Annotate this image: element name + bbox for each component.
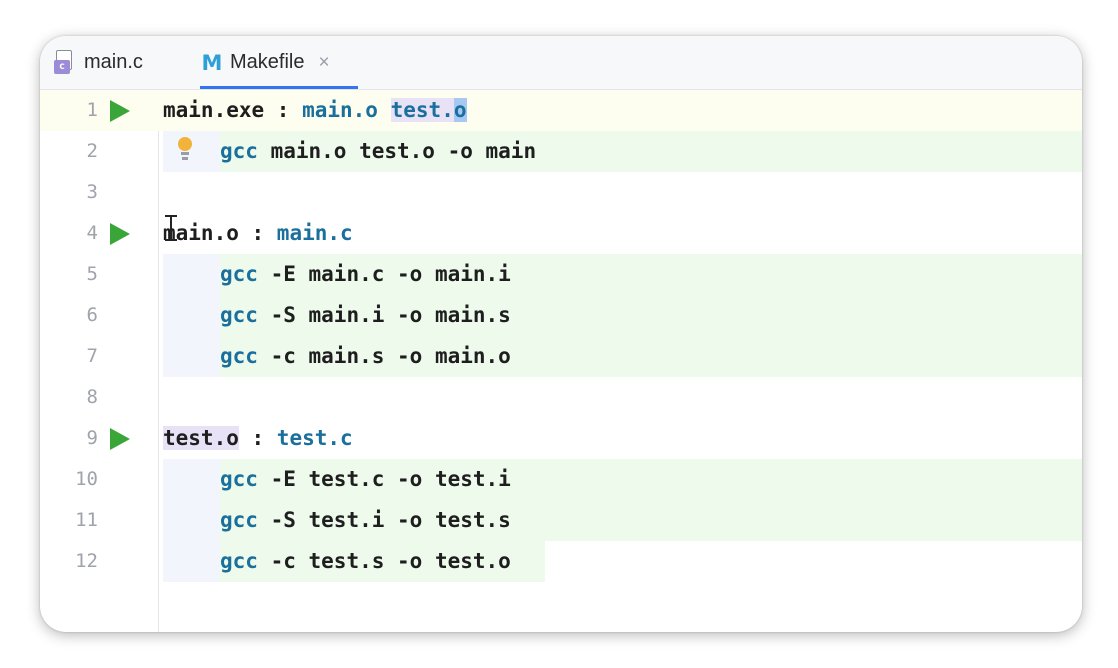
editor-line[interactable]: 1 main.exe : main.o test.o: [40, 90, 1082, 131]
code-token: .: [441, 98, 454, 122]
active-tab-indicator: [200, 86, 358, 89]
lightbulb-icon[interactable]: [178, 137, 192, 165]
line-number: 5: [86, 263, 98, 285]
code-token: :: [264, 98, 303, 122]
line-number: 4: [86, 222, 98, 244]
line-number: 12: [75, 550, 98, 572]
line-number: 10: [75, 468, 98, 490]
code-token: -c test.s -o test.o: [257, 549, 511, 573]
run-target-icon[interactable]: [110, 223, 130, 245]
code-token: -E main.c -o main.i: [257, 262, 511, 286]
makefile-icon: M: [201, 50, 223, 75]
code-token: -c main.s -o main.o: [257, 344, 511, 368]
code-text: main.o : main.c: [163, 213, 353, 254]
line-number: 8: [86, 386, 98, 408]
code-token: gcc: [220, 549, 258, 573]
line-number: 3: [86, 181, 98, 203]
code-token: main.o: [302, 98, 378, 122]
tab-makefile[interactable]: M Makefile ×: [200, 36, 358, 89]
code-token: main.c: [276, 221, 353, 245]
ide-window: c main.c M Makefile × 1 main.exe : main.o…: [40, 36, 1082, 632]
editor-line[interactable]: 10 gcc -E test.c -o test.i: [40, 459, 1082, 500]
editor-tab-bar: c main.c M Makefile ×: [40, 36, 1082, 90]
run-target-icon[interactable]: [110, 100, 130, 122]
editor-line[interactable]: 6 gcc -S main.i -o main.s: [40, 295, 1082, 336]
c-file-icon: c: [54, 49, 76, 76]
code-token: o: [453, 98, 467, 122]
line-number: 6: [86, 304, 98, 326]
code-token: main.o test.o -o main: [257, 139, 537, 163]
tab-label: main.c: [84, 51, 143, 73]
code-token: gcc: [220, 508, 258, 532]
code-token: gcc: [220, 467, 258, 491]
code-token: -S test.i -o test.s: [257, 508, 511, 532]
code-token: gcc: [220, 344, 258, 368]
editor-line[interactable]: 9 test.o : test.c: [40, 418, 1082, 459]
code-text: test.o : test.c: [163, 418, 353, 459]
editor-line[interactable]: 8: [40, 377, 1082, 418]
code-text: gcc -E main.c -o main.i: [220, 254, 511, 295]
close-icon[interactable]: ×: [318, 52, 329, 74]
text-cursor-icon: [164, 215, 178, 241]
code-token: -S main.i -o main.s: [257, 303, 511, 327]
editor-line[interactable]: 12 gcc -c test.s -o test.o: [40, 541, 1082, 582]
editor-line[interactable]: 5 gcc -E main.c -o main.i: [40, 254, 1082, 295]
line-number: 2: [86, 140, 98, 162]
code-token: main.exe: [163, 98, 265, 122]
code-token: -E test.c -o test.i: [257, 467, 511, 491]
tab-main-c[interactable]: c main.c: [54, 36, 143, 89]
editor-line[interactable]: 7 gcc -c main.s -o main.o: [40, 336, 1082, 377]
code-token: :: [238, 426, 277, 450]
line-number: 11: [75, 509, 98, 531]
code-editor[interactable]: 1 main.exe : main.o test.o 2 gcc main.o tes…: [40, 90, 1082, 632]
editor-line[interactable]: 4 main.o : main.c: [40, 213, 1082, 254]
code-token: gcc: [220, 303, 258, 327]
code-text: gcc -c main.s -o main.o: [220, 336, 511, 377]
code-token: :: [238, 221, 277, 245]
code-token: gcc: [220, 262, 258, 286]
code-text: main.exe : main.o test.o: [163, 90, 467, 131]
code-token: test.o: [163, 426, 239, 450]
editor-line[interactable]: 11 gcc -S test.i -o test.s: [40, 500, 1082, 541]
run-target-icon[interactable]: [110, 428, 130, 450]
code-token: test.c: [276, 426, 353, 450]
editor-line[interactable]: 3: [40, 172, 1082, 213]
code-text: gcc -E test.c -o test.i: [220, 459, 511, 500]
line-number: 9: [86, 427, 98, 449]
line-number: 1: [86, 99, 98, 121]
code-text: gcc -S main.i -o main.s: [220, 295, 511, 336]
code-token: test: [390, 98, 442, 122]
line-number: 7: [86, 345, 98, 367]
code-text: gcc -c test.s -o test.o: [220, 541, 511, 582]
editor-line[interactable]: 2 gcc main.o test.o -o main: [40, 131, 1082, 172]
code-text: gcc -S test.i -o test.s: [220, 500, 511, 541]
tab-label: Makefile: [230, 51, 305, 73]
code-token: gcc: [220, 139, 258, 163]
code-text: gcc main.o test.o -o main: [220, 131, 536, 172]
